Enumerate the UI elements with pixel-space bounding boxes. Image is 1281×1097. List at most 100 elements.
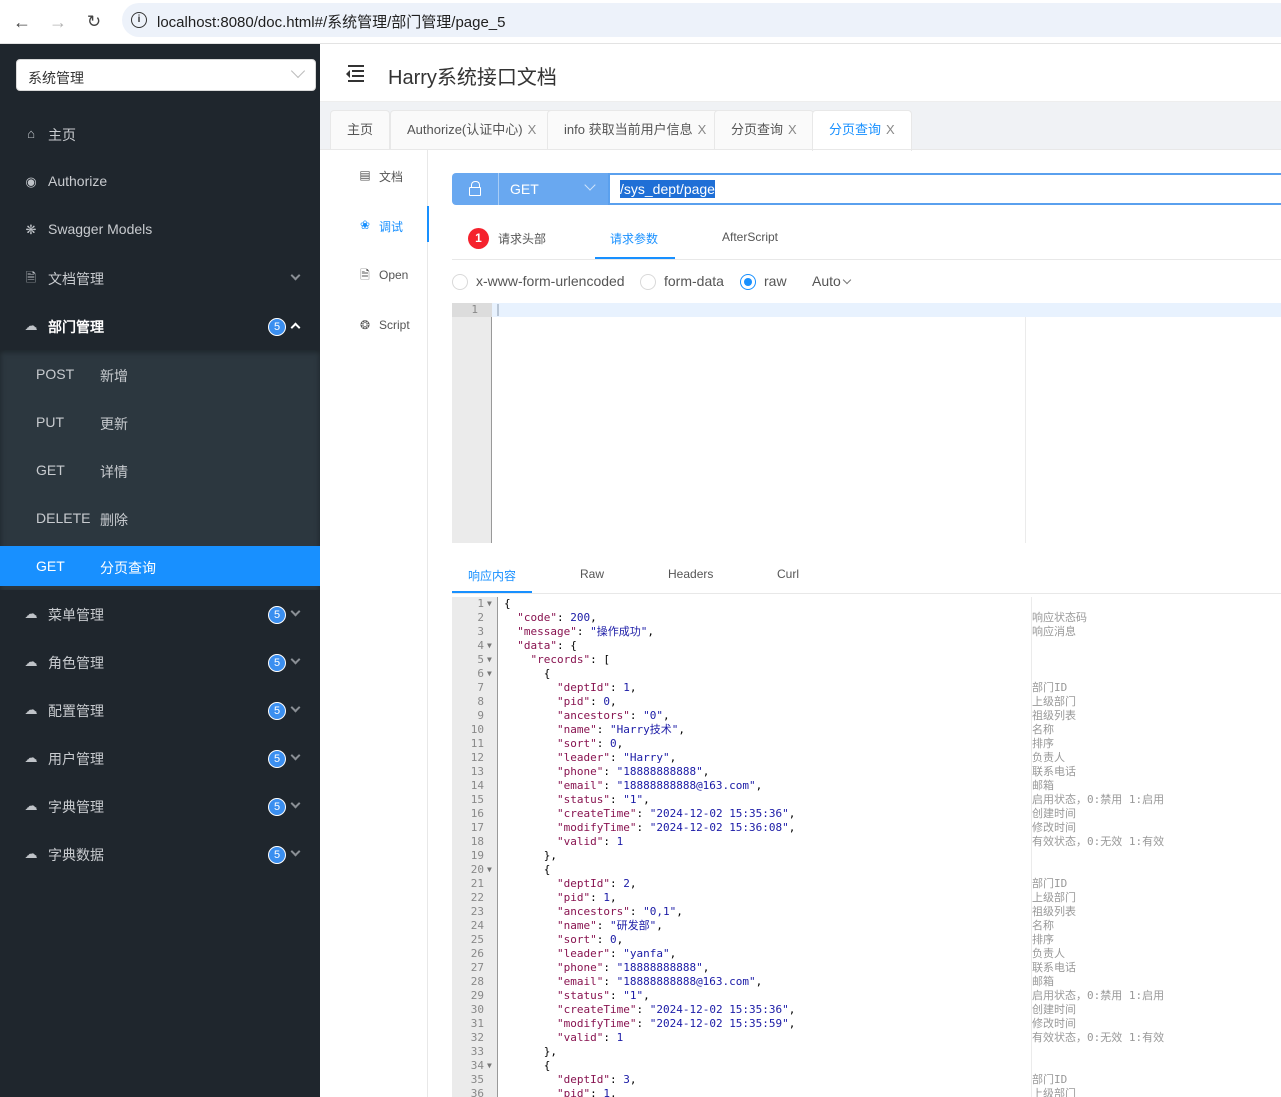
arrow-left-icon[interactable]: ← — [10, 10, 34, 34]
arrow-right-icon[interactable]: → — [46, 10, 70, 34]
fold-toggle-icon[interactable]: ▼ — [487, 597, 492, 611]
api-item-delete[interactable]: DELETE 删除 — [0, 498, 320, 538]
sidebar-item-doc-management[interactable]: 🗎 文档管理 — [0, 254, 320, 302]
request-body-editor[interactable]: 1 — [452, 303, 1281, 543]
sidebar-item-dict-management[interactable]: ☁ 字典管理 5 — [0, 782, 320, 830]
code-text: "sort": 0, — [556, 933, 624, 946]
tab-response-curl[interactable]: Curl — [777, 567, 799, 581]
code-text: "records": [ — [530, 653, 610, 666]
field-description: 负责人 — [1032, 751, 1065, 764]
group-select-value: 系统管理 — [28, 70, 84, 86]
code-text: "name": "研发部", — [556, 919, 663, 932]
tab-response-raw[interactable]: Raw — [580, 567, 604, 581]
sidebar-item-label: 文档管理 — [48, 271, 104, 287]
print-margin — [1025, 317, 1026, 543]
api-name: 分页查询 — [100, 560, 156, 576]
address-bar[interactable]: i localhost:8080/doc.html#/系统管理/部门管理/pag… — [122, 3, 1281, 37]
line-number: 2 — [477, 611, 484, 624]
reload-icon[interactable]: ↻ — [82, 10, 106, 34]
chevron-down-icon — [290, 702, 301, 713]
sidebar-item-swagger-models[interactable]: ❋ Swagger Models — [0, 206, 320, 254]
fold-toggle-icon[interactable]: ▼ — [487, 667, 492, 681]
subnav-open[interactable]: 🗎 Open — [320, 256, 428, 296]
tab-user-info[interactable]: info 获取当前用户信息 X — [547, 110, 724, 150]
api-item-post-add[interactable]: POST 新增 — [0, 354, 320, 394]
line-number: 9 — [477, 709, 484, 722]
tab-page-query-1[interactable]: 分页查询 X — [714, 110, 814, 150]
close-icon[interactable]: X — [528, 122, 537, 137]
field-description: 排序 — [1032, 737, 1054, 750]
close-icon[interactable]: X — [788, 122, 797, 137]
tab-page-query-2[interactable]: 分页查询 X — [812, 110, 912, 151]
api-method: GET — [36, 558, 65, 574]
site-info-icon[interactable]: i — [131, 12, 147, 28]
subnav-script[interactable]: ❂ Script — [320, 306, 428, 346]
code-text: "leader": "yanfa", — [556, 947, 677, 960]
code-text: "valid": 1 — [556, 1031, 624, 1044]
line-number: 12 — [470, 751, 484, 764]
code-line: 7 "deptId": 1, 部门ID — [452, 681, 1281, 695]
line-number: 20 — [470, 863, 484, 876]
sidebar-item-dict-data[interactable]: ☁ 字典数据 5 — [0, 830, 320, 878]
count-badge: 5 — [268, 318, 286, 336]
line-number: 1 — [471, 303, 478, 316]
sidebar-item-user-management[interactable]: ☁ 用户管理 5 — [0, 734, 320, 782]
method-select[interactable]: GET — [498, 173, 608, 205]
fold-toggle-icon[interactable]: ▼ — [487, 653, 492, 667]
url-input[interactable]: /sys_dept/page — [608, 173, 1281, 205]
field-description: 创建时间 — [1032, 1003, 1076, 1016]
address-url[interactable]: localhost:8080/doc.html#/系统管理/部门管理/page_… — [157, 11, 506, 32]
group-select[interactable]: 系统管理 — [16, 59, 316, 91]
response-editor[interactable]: 1 ▼{2 "code": 200, 响应状态码 3 "message": "操作成功… — [452, 597, 1281, 1097]
subnav-doc[interactable]: ▤ 文档 — [320, 156, 428, 196]
sidebar-item-dept-management[interactable]: ☁ 部门管理 5 — [0, 302, 320, 350]
sidebar-item-role-management[interactable]: ☁ 角色管理 5 — [0, 638, 320, 686]
unlock-icon — [469, 181, 481, 196]
sidebar-item-label: 配置管理 — [48, 703, 104, 719]
line-number: 26 — [470, 947, 484, 960]
raw-format-select[interactable]: Auto — [812, 273, 852, 289]
fold-toggle-icon[interactable]: ▼ — [487, 639, 492, 653]
tab-label: 分页查询 — [829, 122, 882, 137]
tab-response-content[interactable]: 响应内容 — [468, 567, 516, 584]
bug-icon: ❀ — [359, 218, 371, 232]
text-cursor — [497, 304, 499, 316]
chevron-down-icon — [842, 275, 852, 285]
sidebar-item-menu-management[interactable]: ☁ 菜单管理 5 — [0, 590, 320, 638]
tab-response-headers[interactable]: Headers — [668, 567, 713, 581]
sidebar-item-authorize[interactable]: ◉ Authorize — [0, 158, 320, 206]
tab-request-headers[interactable]: 请求头部 — [498, 230, 546, 247]
close-icon[interactable]: X — [886, 122, 895, 137]
field-description: 邮箱 — [1032, 779, 1054, 792]
method-value: GET — [510, 181, 539, 197]
api-name: 更新 — [100, 416, 128, 432]
api-item-put-update[interactable]: PUT 更新 — [0, 402, 320, 442]
fold-toggle-icon[interactable]: ▼ — [487, 863, 492, 877]
tab-home[interactable]: 主页 — [330, 110, 391, 150]
line-number: 31 — [470, 1017, 484, 1030]
code-text: { — [504, 597, 511, 610]
sidebar-item-home[interactable]: ⌂ 主页 — [0, 110, 320, 158]
menu-collapse-icon[interactable] — [344, 65, 364, 82]
tab-authorize[interactable]: Authorize(认证中心) X — [390, 110, 554, 150]
code-text: "pid": 0, — [556, 695, 617, 708]
sidebar-item-label: 部门管理 — [48, 319, 104, 335]
api-item-get-page[interactable]: GET 分页查询 — [0, 546, 320, 586]
subnav-debug[interactable]: ❀ 调试 — [320, 206, 429, 246]
error-count-badge: 1 — [468, 228, 489, 249]
code-line: 32 "valid": 1 有效状态，0:无效 1:有效 — [452, 1031, 1281, 1045]
tab-afterscript[interactable]: AfterScript — [722, 230, 778, 244]
sidebar-item-config-management[interactable]: ☁ 配置管理 5 — [0, 686, 320, 734]
code-line: 33 }, — [452, 1045, 1281, 1059]
code-text: "code": 200, — [517, 611, 597, 624]
tab-request-params[interactable]: 请求参数 — [610, 230, 658, 247]
tab-label: info 获取当前用户信息 — [564, 122, 693, 137]
fold-toggle-icon[interactable]: ▼ — [487, 1059, 492, 1073]
line-number: 29 — [470, 989, 484, 1002]
dept-submenu: POST 新增 PUT 更新 GET 详情 DELETE 删除 GET 分页查询 — [0, 350, 320, 590]
code-text: }, — [504, 849, 557, 862]
close-icon[interactable]: X — [698, 122, 707, 137]
api-item-get-detail[interactable]: GET 详情 — [0, 450, 320, 490]
auth-lock-button[interactable] — [452, 173, 498, 205]
code-line: 28 "email": "18888888888@163.com", 邮箱 — [452, 975, 1281, 989]
